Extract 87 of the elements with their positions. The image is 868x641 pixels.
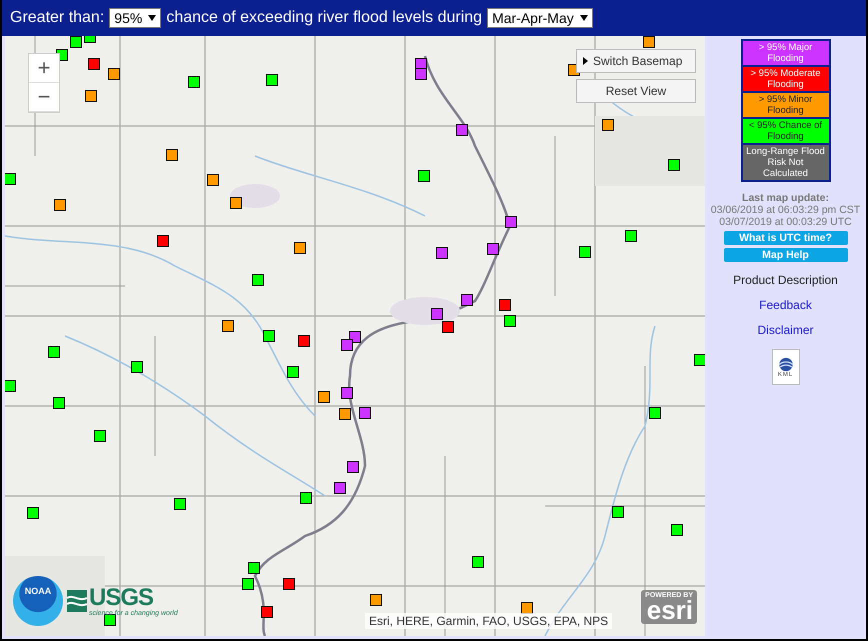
gauge-marker[interactable] — [85, 90, 97, 102]
gauge-marker[interactable] — [188, 76, 200, 88]
legend-item: > 95% Minor Flooding — [742, 93, 828, 117]
gauge-marker[interactable] — [222, 320, 234, 332]
gauge-marker[interactable] — [370, 594, 382, 606]
legend-item: < 95% Chance of Flooding — [742, 119, 828, 143]
sidebar-link[interactable]: Product Description — [733, 273, 838, 287]
gauge-marker[interactable] — [487, 243, 499, 255]
gauge-marker[interactable] — [261, 606, 273, 618]
gauge-marker[interactable] — [668, 159, 680, 171]
update-label: Last map update: — [742, 192, 829, 204]
gauge-marker[interactable] — [341, 339, 353, 351]
gauge-marker[interactable] — [339, 408, 351, 420]
gauge-marker[interactable] — [436, 247, 448, 259]
caret-icon — [583, 57, 588, 65]
gauge-marker[interactable] — [359, 407, 371, 419]
gauge-marker[interactable] — [671, 524, 683, 536]
zoom-out-button[interactable]: − — [29, 83, 59, 112]
gauge-marker[interactable] — [579, 246, 591, 258]
gauge-marker[interactable] — [294, 242, 306, 254]
gauge-marker[interactable] — [53, 397, 65, 409]
gauge-marker[interactable] — [318, 391, 330, 403]
period-dropdown[interactable]: Mar-Apr-May — [487, 8, 593, 28]
gauge-marker[interactable] — [472, 556, 484, 568]
usgs-logo-text: USGS — [89, 586, 154, 610]
gauge-marker[interactable] — [442, 321, 454, 333]
update-time: 03/06/2019 at 06:03:29 pm CST — [710, 204, 860, 216]
gauge-marker[interactable] — [499, 299, 511, 311]
legend-item: > 95% Major Flooding — [742, 41, 828, 65]
sidebar-link[interactable]: Feedback — [759, 298, 812, 312]
legend-item: > 95% Moderate Flooding — [742, 67, 828, 91]
gauge-marker[interactable] — [287, 366, 299, 378]
gauge-marker[interactable] — [108, 68, 120, 80]
gauge-marker[interactable] — [334, 482, 346, 494]
gauge-marker[interactable] — [505, 216, 517, 228]
gauge-marker[interactable] — [27, 507, 39, 519]
gauge-marker[interactable] — [5, 173, 16, 185]
gauge-marker[interactable] — [504, 315, 516, 327]
wave-icon — [67, 590, 87, 612]
header-label: chance of exceeding river flood levels during — [166, 9, 482, 27]
gauge-marker[interactable] — [266, 74, 278, 86]
gauge-marker[interactable] — [602, 119, 614, 131]
gauge-marker[interactable] — [694, 354, 705, 366]
gauge-marker[interactable] — [300, 492, 312, 504]
update-time: 03/07/2019 at 00:03:29 UTC — [719, 216, 852, 228]
gauge-marker[interactable] — [649, 407, 661, 419]
gauge-marker[interactable] — [612, 506, 624, 518]
gauge-marker[interactable] — [174, 498, 186, 510]
gauge-marker[interactable] — [461, 294, 473, 306]
gauge-marker[interactable] — [298, 335, 310, 347]
esri-logo-text: esri — [646, 598, 693, 622]
threshold-dropdown[interactable]: 95% — [109, 8, 162, 28]
gauge-marker[interactable] — [625, 230, 637, 242]
switch-basemap-button[interactable]: Switch Basemap — [576, 49, 696, 73]
gauge-marker[interactable] — [104, 614, 116, 626]
caret-icon — [580, 15, 588, 21]
gauge-marker[interactable] — [248, 562, 260, 574]
gauge-marker[interactable] — [54, 199, 66, 211]
sidebar-link[interactable]: Disclaimer — [757, 323, 814, 337]
zoom-in-button[interactable]: + — [29, 54, 59, 83]
gauge-marker[interactable] — [48, 346, 60, 358]
gauge-marker[interactable] — [418, 170, 430, 182]
gauge-marker[interactable] — [643, 36, 655, 48]
header-label: Greater than: — [10, 9, 104, 27]
gauge-marker[interactable] — [283, 578, 295, 590]
gauge-marker[interactable] — [263, 330, 275, 342]
gauge-marker[interactable] — [5, 380, 16, 392]
gauge-marker[interactable] — [230, 197, 242, 209]
caret-icon — [148, 15, 156, 21]
gauge-marker[interactable] — [88, 58, 100, 70]
gauge-marker[interactable] — [521, 602, 533, 614]
gauge-marker[interactable] — [242, 578, 254, 590]
legend-item: Long-Range Flood Risk Not Calculated — [742, 145, 828, 180]
gauge-marker[interactable] — [252, 274, 264, 286]
gauge-marker[interactable] — [347, 461, 359, 473]
gauge-marker[interactable] — [456, 124, 468, 136]
gauge-marker[interactable] — [166, 149, 178, 161]
gauge-marker[interactable] — [70, 36, 82, 48]
gauge-marker[interactable] — [94, 430, 106, 442]
gauge-marker[interactable] — [341, 387, 353, 399]
map-attribution: Esri, HERE, Garmin, FAO, USGS, EPA, NPS — [365, 613, 612, 629]
gauge-marker[interactable] — [131, 361, 143, 373]
gauge-marker[interactable] — [207, 174, 219, 186]
gauge-marker[interactable] — [157, 235, 169, 247]
gauge-marker[interactable] — [415, 68, 427, 80]
reset-view-button[interactable]: Reset View — [576, 79, 696, 103]
gauge-marker[interactable] — [431, 308, 443, 320]
